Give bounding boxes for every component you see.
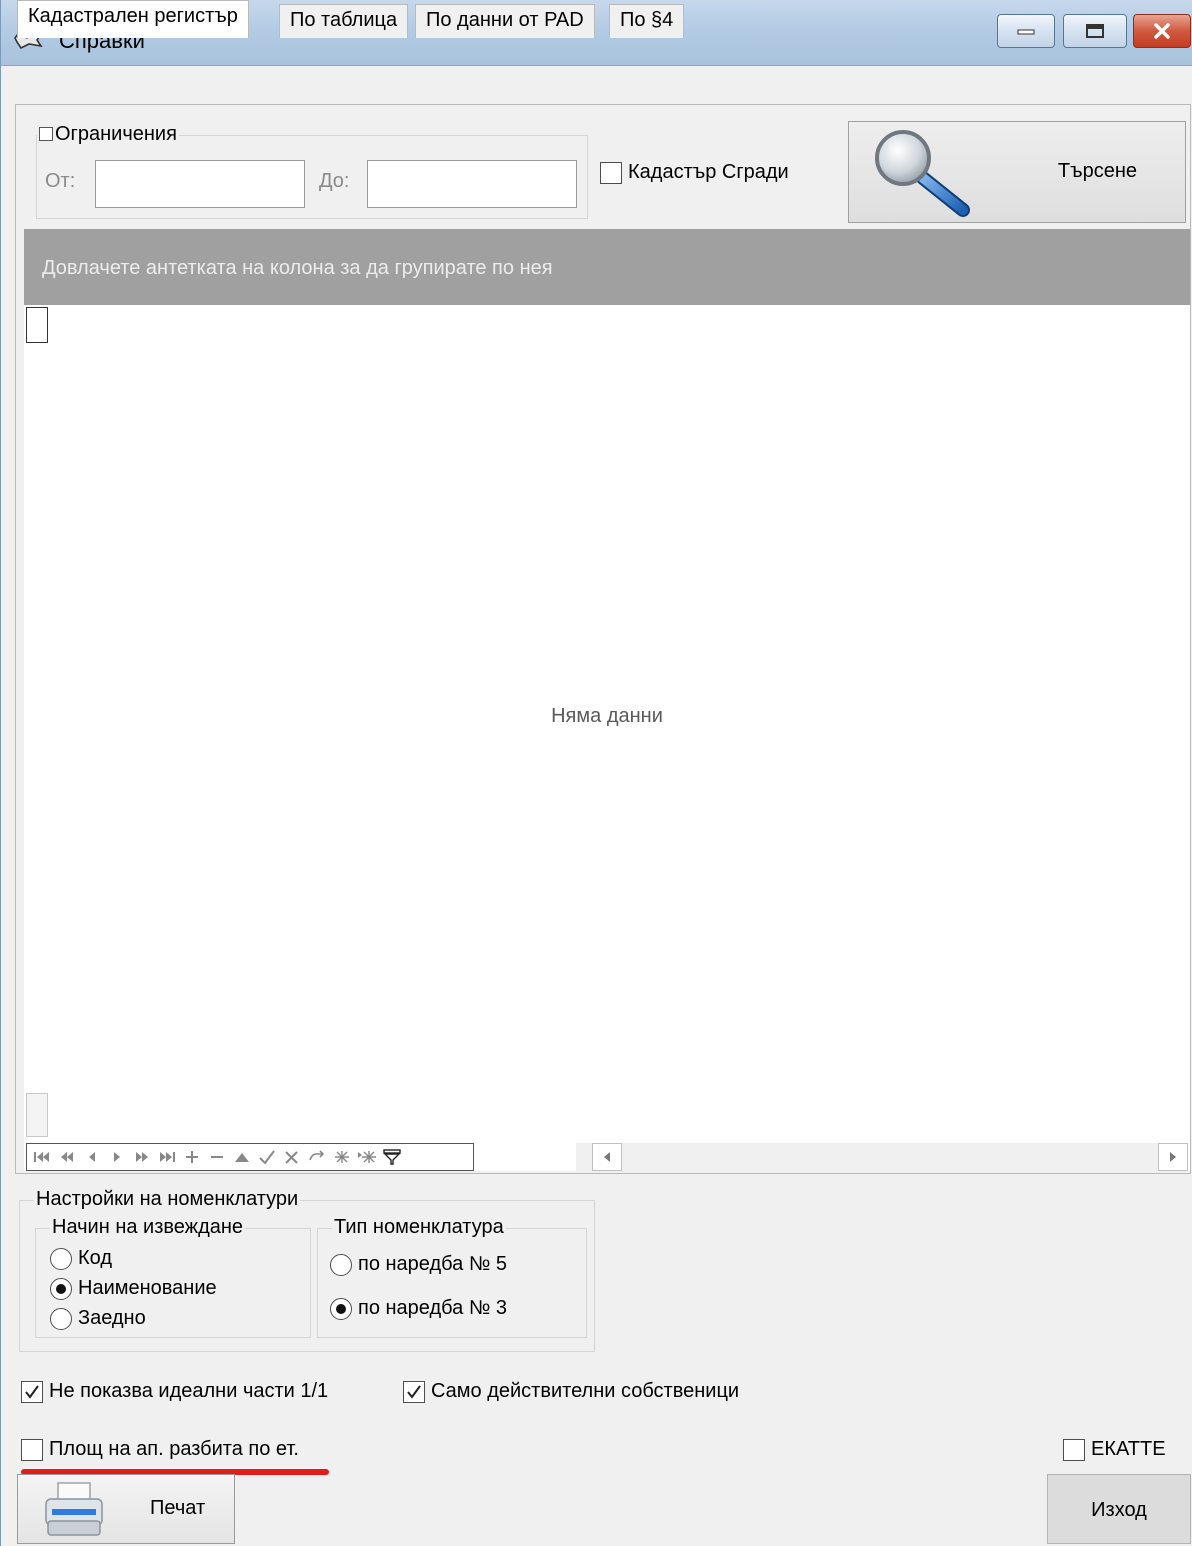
cadastre-buildings-checkbox[interactable]: Кадастър Сгради [600, 161, 789, 184]
exit-button[interactable]: Изход [1047, 1474, 1191, 1544]
minimize-button[interactable] [997, 14, 1055, 48]
tab-label: Кадастрален регистър [28, 5, 238, 27]
checkbox-box [21, 1438, 43, 1461]
radio-circle [50, 1307, 72, 1330]
search-button[interactable]: Търсене [848, 121, 1186, 223]
close-button[interactable] [1133, 14, 1191, 48]
checkbox-box-checked [403, 1380, 425, 1403]
radio-circle [330, 1253, 352, 1276]
radio-label: по наредба № 3 [358, 1297, 507, 1319]
group-by-panel[interactable]: Довлачете антетката на колона за да груп… [24, 229, 1190, 305]
radio-both[interactable]: Заедно [50, 1307, 146, 1330]
limits-legend[interactable]: Ограничения [37, 122, 179, 146]
radio-circle-selected [50, 1277, 72, 1300]
footer-indicator [26, 1093, 48, 1137]
horizontal-scrollbar[interactable] [576, 1143, 1188, 1171]
scroll-right-button[interactable] [1158, 1143, 1188, 1171]
radio-label: по наредба № 5 [358, 1253, 507, 1275]
nomenclature-type-legend: Тип номенклатура [332, 1215, 506, 1239]
grid-navigator [26, 1143, 474, 1171]
tab-label: По §4 [620, 9, 674, 31]
delete-icon[interactable] [206, 1146, 228, 1168]
radio-label: Код [78, 1247, 113, 1269]
radio-circle-selected [330, 1297, 352, 1320]
post-icon[interactable] [256, 1146, 278, 1168]
area-by-floor-checkbox[interactable]: Площ на ап. разбита по ет. [21, 1438, 299, 1461]
no-data-text: Няма данни [551, 705, 663, 727]
tab-by-paragraph-4[interactable]: По §4 [609, 4, 685, 38]
limits-label: Ограничения [55, 123, 177, 145]
display-mode-legend: Начин на извеждане [50, 1215, 246, 1239]
group-by-hint: Довлачете антетката на колона за да груп… [42, 257, 553, 279]
tab-cadastral-register[interactable]: Кадастрален регистър [17, 0, 249, 38]
tab-by-pad-data[interactable]: По данни от PAD [415, 4, 595, 38]
previous-page-icon[interactable] [56, 1146, 78, 1168]
results-grid[interactable]: Довлачете антетката на колона за да груп… [24, 229, 1190, 1171]
radio-label: Заедно [78, 1307, 146, 1329]
cadastre-buildings-label: Кадастър Сгради [628, 161, 789, 183]
checkmark-icon [407, 1384, 421, 1399]
tab-label: По таблица [290, 9, 398, 31]
insert-icon[interactable] [181, 1146, 203, 1168]
goto-bookmark-icon[interactable] [356, 1146, 378, 1168]
close-icon [1134, 15, 1190, 47]
reports-window: Справки Кадастрален регистър По таблица … [0, 0, 1192, 1546]
to-label: До: [319, 170, 350, 192]
search-button-label: Търсене [1057, 160, 1137, 182]
hide-ideal-parts-label: Не показва идеални части 1/1 [49, 1380, 329, 1402]
radio-circle [50, 1247, 72, 1270]
chevron-right-icon [1170, 1152, 1176, 1162]
chevron-left-icon [604, 1152, 610, 1162]
magnifier-icon [869, 128, 979, 226]
maximize-button[interactable] [1063, 14, 1127, 48]
next-page-icon[interactable] [131, 1146, 153, 1168]
minimize-icon [998, 15, 1054, 47]
print-button[interactable]: Печат [17, 1474, 235, 1544]
from-input[interactable] [95, 160, 305, 208]
nomenclature-settings-legend: Настройки на номенклатури [34, 1187, 301, 1211]
nomenclature-type-groupbox: Тип номенклатура по наредба № 5 по наред… [317, 1215, 587, 1338]
print-button-label: Печат [150, 1497, 206, 1519]
first-record-icon[interactable] [31, 1146, 53, 1168]
refresh-icon[interactable] [306, 1146, 328, 1168]
last-record-icon[interactable] [156, 1146, 178, 1168]
tab-panel-cadastral-register: Ограничения От: До: Кадастър Сгради Търс… [15, 104, 1191, 1174]
radio-ordinance-5[interactable]: по наредба № 5 [330, 1253, 507, 1276]
area-by-floor-label: Площ на ап. разбита по ет. [49, 1438, 299, 1460]
checkmark-icon [25, 1384, 39, 1399]
ekatte-label: ЕКАТТЕ [1091, 1438, 1166, 1460]
checkbox-box [1063, 1438, 1085, 1461]
printer-icon [42, 1481, 106, 1545]
cancel-icon[interactable] [281, 1146, 303, 1168]
checkbox-box [600, 161, 622, 184]
row-indicator[interactable] [26, 307, 48, 343]
tab-label: По данни от PAD [426, 9, 584, 31]
tab-by-table[interactable]: По таблица [279, 4, 409, 38]
exit-button-label: Изход [1091, 1499, 1147, 1521]
radio-label: Наименование [78, 1277, 217, 1299]
only-actual-owners-label: Само действителни собственици [431, 1380, 740, 1402]
scroll-left-button[interactable] [592, 1143, 622, 1171]
edit-icon[interactable] [231, 1146, 253, 1168]
display-mode-groupbox: Начин на извеждане Код Наименование Заед… [35, 1215, 311, 1338]
checkbox-box-checked [21, 1380, 43, 1403]
radio-ordinance-3[interactable]: по наредба № 3 [330, 1297, 507, 1320]
maximize-icon [1064, 15, 1126, 47]
ekatte-checkbox[interactable]: ЕКАТТЕ [1063, 1438, 1166, 1461]
radio-name[interactable]: Наименование [50, 1277, 217, 1300]
hide-ideal-parts-checkbox[interactable]: Не показва идеални части 1/1 [21, 1380, 328, 1403]
limits-checkbox[interactable] [39, 127, 53, 141]
next-record-icon[interactable] [106, 1146, 128, 1168]
bookmark-icon[interactable] [331, 1146, 353, 1168]
previous-record-icon[interactable] [81, 1146, 103, 1168]
only-actual-owners-checkbox[interactable]: Само действителни собственици [403, 1380, 739, 1403]
filter-icon[interactable] [381, 1146, 403, 1168]
from-label: От: [45, 170, 76, 192]
radio-code[interactable]: Код [50, 1247, 112, 1270]
limits-groupbox: Ограничения От: До: [36, 122, 588, 219]
to-input[interactable] [367, 160, 577, 208]
